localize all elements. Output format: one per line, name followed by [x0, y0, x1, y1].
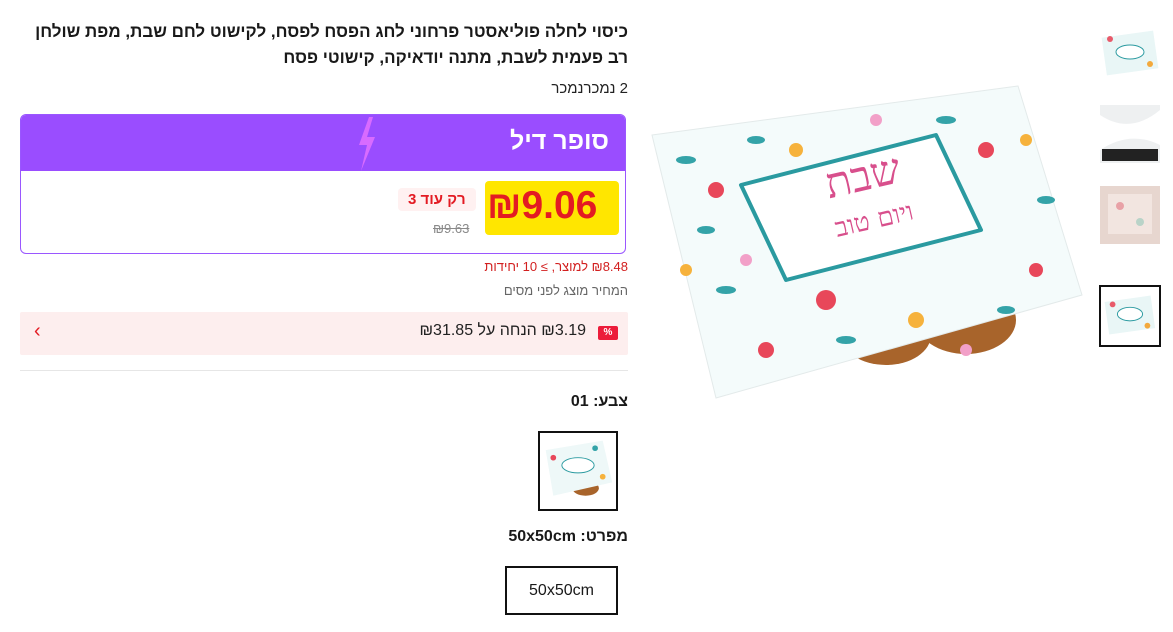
bulk-price: ₪8.48 למוצר, ≥ 10 יחידות	[484, 259, 628, 274]
color-label: צבע: 01	[570, 393, 628, 410]
main-product-image: שבת ויום טוב	[646, 80, 1086, 410]
thumbnail-2[interactable]	[1100, 105, 1160, 163]
tax-note: המחיר מוצג לפני מסים	[503, 283, 628, 298]
divider	[20, 370, 628, 371]
deal-title: סופר דיל	[509, 127, 609, 155]
super-deal-box: סופר דיל ₪9.06 רק עוד 3 ₪9.63	[20, 114, 626, 254]
thumbnail-3[interactable]	[1100, 186, 1160, 244]
size-label: מפרט: 50x50cm	[508, 528, 628, 545]
chevron-left-icon[interactable]: ‹	[34, 320, 41, 343]
lightning-bolt-icon	[359, 117, 375, 171]
current-price: ₪9.06	[487, 184, 598, 227]
sold-count: 2 נמכרנמכר	[551, 80, 628, 97]
coupon-bar[interactable]: % ₪3.19 הנחה על ₪31.85 ‹	[20, 312, 628, 355]
size-option-50x50[interactable]: 50x50cm	[505, 566, 618, 615]
deal-header: סופר דיל	[21, 115, 625, 171]
product-title: כיסוי לחלה פוליאסטר פרחוני לחג הפסח לפסח…	[35, 22, 628, 67]
coupon-percent-icon: %	[598, 326, 618, 340]
thumbnail-1[interactable]	[1100, 24, 1160, 82]
stock-badge: רק עוד 3	[398, 188, 476, 211]
thumbnail-4-selected[interactable]	[1099, 285, 1161, 347]
color-option-01[interactable]	[538, 431, 618, 511]
coupon-text: ₪3.19 הנחה על ₪31.85	[419, 322, 586, 339]
original-price: ₪9.63	[433, 221, 470, 236]
